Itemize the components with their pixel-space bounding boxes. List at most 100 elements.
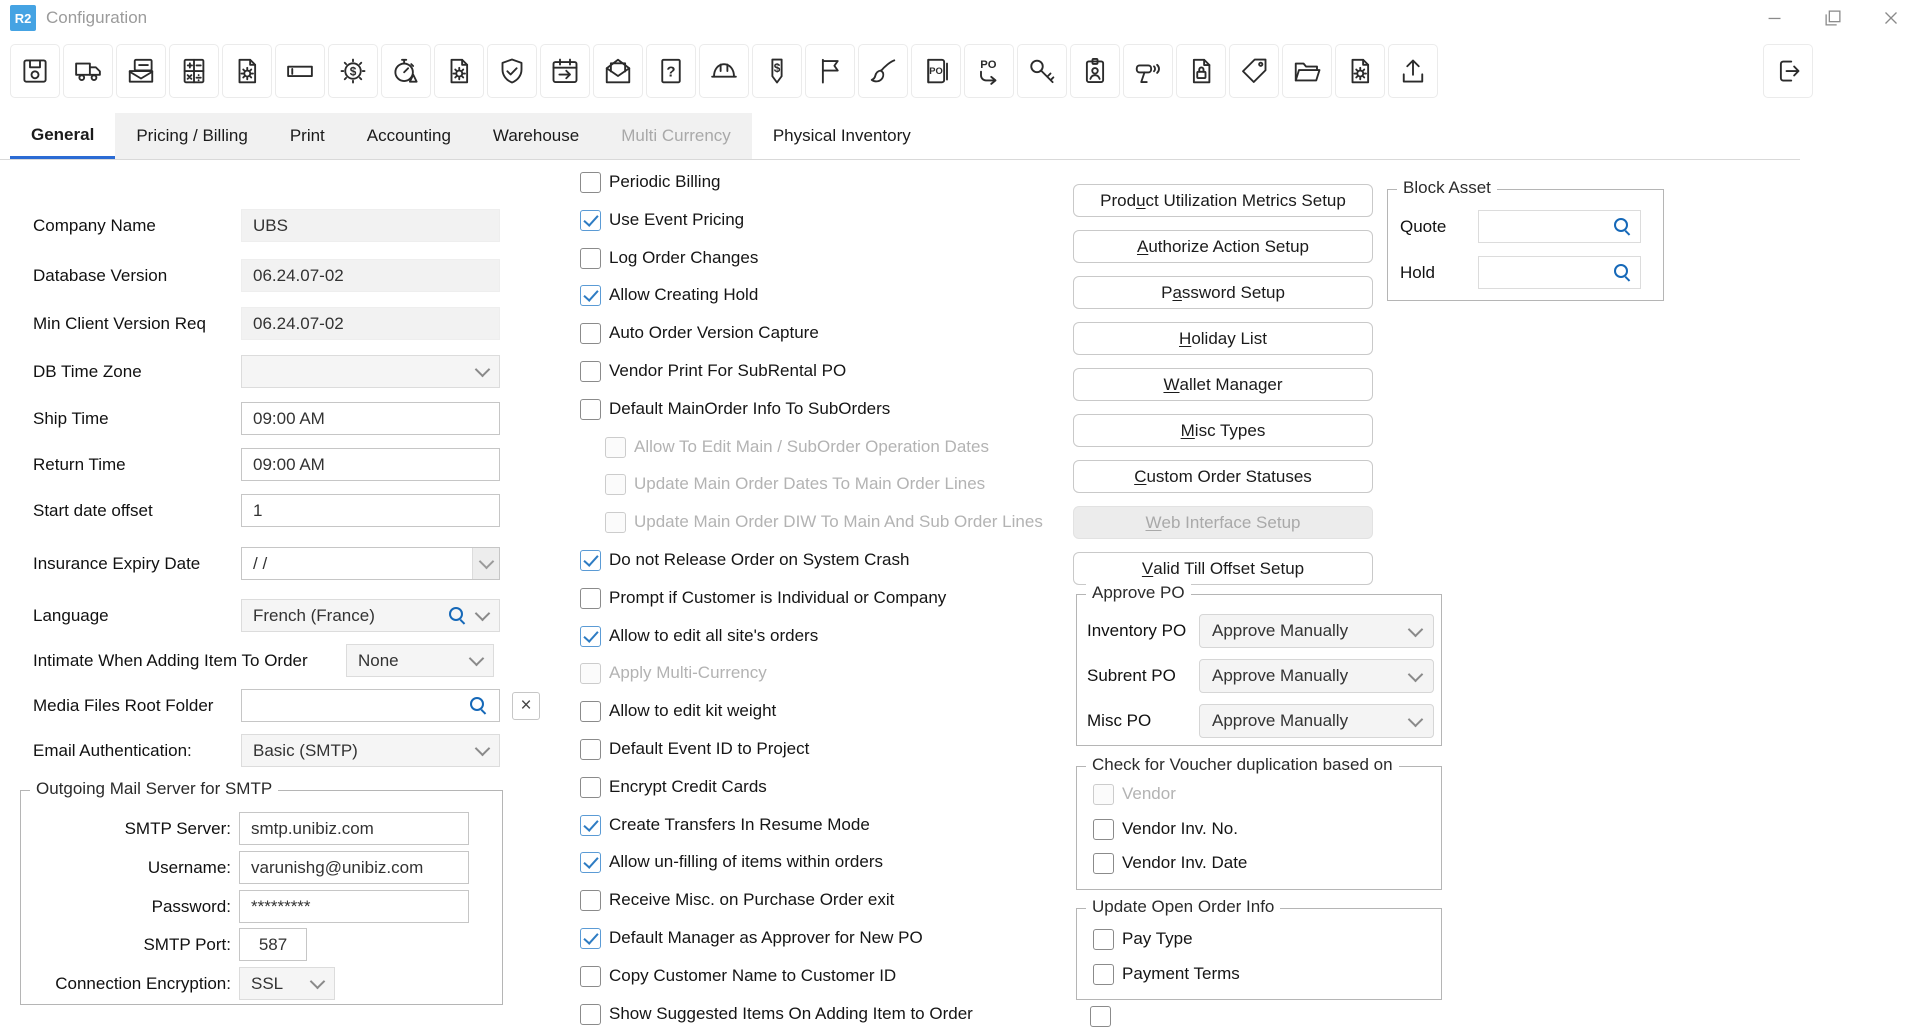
payment-terms-checkbox[interactable] <box>1093 964 1114 985</box>
inventory-po-select[interactable]: Approve Manually <box>1199 614 1434 648</box>
toolbar-button-currency-settings[interactable]: $ <box>328 44 378 98</box>
smtp-username-input[interactable]: varunishg@unibiz.com <box>239 851 469 884</box>
checkbox-payment-terms[interactable]: Payment Terms <box>1093 961 1240 987</box>
exit-button[interactable] <box>1763 44 1813 98</box>
toolbar-button-barcode-scanner[interactable] <box>1123 44 1173 98</box>
media-files-clear-button[interactable]: × <box>512 692 540 720</box>
holiday-list-button[interactable]: Holiday List <box>1073 322 1373 355</box>
toolbar-button-cash-invoice[interactable] <box>116 44 166 98</box>
toolbar-button-calendar-forward[interactable] <box>540 44 590 98</box>
checkbox-row-log-order-changes[interactable]: Log Order Changes <box>580 244 758 272</box>
toolbar-button-id-badge[interactable] <box>1070 44 1120 98</box>
return-time-input[interactable]: 09:00 AM <box>241 448 500 481</box>
checkbox-row-periodic-billing[interactable]: Periodic Billing <box>580 168 721 196</box>
checkbox-vendor-inv-no[interactable]: Vendor Inv. No. <box>1093 816 1238 842</box>
partial-checkbox[interactable] <box>1090 1006 1111 1027</box>
wallet-manager-button[interactable]: Wallet Manager <box>1073 368 1373 401</box>
allow-to-edit-kit-weight-checkbox[interactable] <box>580 701 601 722</box>
checkbox-row-use-event-pricing[interactable]: Use Event Pricing <box>580 206 744 234</box>
log-order-changes-checkbox[interactable] <box>580 248 601 269</box>
checkbox-row-allow-to-edit-main-suborder-operation-dates[interactable]: Allow To Edit Main / SubOrder Operation … <box>605 433 989 461</box>
toolbar-button-key[interactable] <box>1017 44 1067 98</box>
language-select[interactable]: French (France) <box>241 599 500 632</box>
encrypt-credit-cards-checkbox[interactable] <box>580 777 601 798</box>
toolbar-button-flag[interactable] <box>805 44 855 98</box>
toolbar-button-po-book[interactable]: PO <box>911 44 961 98</box>
toolbar-button-document-settings[interactable] <box>222 44 272 98</box>
checkbox-row-show-suggested-items-on-adding-item-to-order[interactable]: Show Suggested Items On Adding Item to O… <box>580 1000 973 1028</box>
vendor-inv-date-checkbox[interactable] <box>1093 853 1114 874</box>
minimize-button[interactable] <box>1746 0 1804 36</box>
checkbox-row-prompt-if-customer-is-individual-or-company[interactable]: Prompt if Customer is Individual or Comp… <box>580 584 946 612</box>
search-icon[interactable] <box>1613 217 1632 236</box>
custom-order-statuses-button[interactable]: Custom Order Statuses <box>1073 460 1373 493</box>
start-date-offset-input[interactable]: 1 <box>241 494 500 527</box>
product-utilization-metrics-setup-button[interactable]: Product Utilization Metrics Setup <box>1073 184 1373 217</box>
checkbox-row-allow-to-edit-all-site-s-orders[interactable]: Allow to edit all site's orders <box>580 622 818 650</box>
misc-types-button[interactable]: Misc Types <box>1073 414 1373 447</box>
checkbox-row-allow-creating-hold[interactable]: Allow Creating Hold <box>580 281 758 309</box>
toolbar-button-secure-document[interactable] <box>1176 44 1226 98</box>
toolbar-button-timer-alert[interactable] <box>381 44 431 98</box>
toolbar-button-price-tag-dollar[interactable]: $ <box>752 44 802 98</box>
valid-till-offset-setup-button[interactable]: Valid Till Offset Setup <box>1073 552 1373 585</box>
checkbox-row-receive-misc-on-purchase-order-exit[interactable]: Receive Misc. on Purchase Order exit <box>580 886 894 914</box>
checkbox-row-allow-to-edit-kit-weight[interactable]: Allow to edit kit weight <box>580 697 776 725</box>
quote-input[interactable] <box>1478 210 1641 243</box>
tab-physical-inventory[interactable]: Physical Inventory <box>752 113 932 159</box>
allow-to-edit-all-site-s-orders-checkbox[interactable] <box>580 626 601 647</box>
insurance-expiry-dropdown-button[interactable] <box>472 548 499 579</box>
create-transfers-in-resume-mode-checkbox[interactable] <box>580 815 601 836</box>
pay-type-checkbox[interactable] <box>1093 929 1114 950</box>
tab-pricing-billing[interactable]: Pricing / Billing <box>115 113 269 159</box>
default-event-id-to-project-checkbox[interactable] <box>580 739 601 760</box>
checkbox-row-create-transfers-in-resume-mode[interactable]: Create Transfers In Resume Mode <box>580 811 870 839</box>
hold-input[interactable] <box>1478 256 1641 289</box>
checkbox-row-default-mainorder-info-to-suborders[interactable]: Default MainOrder Info To SubOrders <box>580 395 890 423</box>
email-authentication-select[interactable]: Basic (SMTP) <box>241 734 500 767</box>
receive-misc-on-purchase-order-exit-checkbox[interactable] <box>580 890 601 911</box>
tab-warehouse[interactable]: Warehouse <box>472 113 600 159</box>
media-files-root-input[interactable] <box>241 689 500 722</box>
checkbox-row-apply-multi-currency[interactable]: Apply Multi-Currency <box>580 659 767 687</box>
ship-time-input[interactable]: 09:00 AM <box>241 402 500 435</box>
checkbox-vendor[interactable]: Vendor <box>1093 781 1176 807</box>
checkbox-row-do-not-release-order-on-system-crash[interactable]: Do not Release Order on System Crash <box>580 546 909 574</box>
checkbox-row-update-main-order-diw-to-main-and-sub-order-lines[interactable]: Update Main Order DIW To Main And Sub Or… <box>605 508 1043 536</box>
use-event-pricing-checkbox[interactable] <box>580 210 601 231</box>
tab-accounting[interactable]: Accounting <box>346 113 472 159</box>
default-mainorder-info-to-suborders-checkbox[interactable] <box>580 399 601 420</box>
connection-encryption-select[interactable]: SSL <box>239 967 335 1000</box>
copy-customer-name-to-customer-id-checkbox[interactable] <box>580 966 601 987</box>
authorize-action-setup-button[interactable]: Authorize Action Setup <box>1073 230 1373 263</box>
toolbar-button-document-config[interactable] <box>1335 44 1385 98</box>
insurance-expiry-input[interactable]: / / <box>241 547 500 580</box>
toolbar-button-po-transfer[interactable]: PO <box>964 44 1014 98</box>
maximize-button[interactable] <box>1804 0 1862 36</box>
close-button[interactable] <box>1862 0 1920 36</box>
toolbar-button-save[interactable] <box>10 44 60 98</box>
toolbar-button-paintbrush[interactable] <box>858 44 908 98</box>
search-icon[interactable] <box>448 606 467 625</box>
intimate-when-adding-select[interactable]: None <box>346 644 494 677</box>
toolbar-button-open-mail[interactable] <box>593 44 643 98</box>
toolbar-button-shield-check[interactable] <box>487 44 537 98</box>
smtp-port-input[interactable]: 587 <box>239 928 307 961</box>
default-manager-as-approver-for-new-po-checkbox[interactable] <box>580 928 601 949</box>
toolbar-button-open-folder[interactable] <box>1282 44 1332 98</box>
db-time-zone-select[interactable] <box>241 355 500 388</box>
update-main-order-dates-to-main-order-lines-checkbox[interactable] <box>605 474 626 495</box>
checkbox-row-vendor-print-for-subrental-po[interactable]: Vendor Print For SubRental PO <box>580 357 846 385</box>
checkbox-vendor-inv-date[interactable]: Vendor Inv. Date <box>1093 850 1247 876</box>
checkbox-row-encrypt-credit-cards[interactable]: Encrypt Credit Cards <box>580 773 767 801</box>
allow-to-edit-main-suborder-operation-dates-checkbox[interactable] <box>605 437 626 458</box>
misc-po-select[interactable]: Approve Manually <box>1199 704 1434 738</box>
apply-multi-currency-checkbox[interactable] <box>580 663 601 684</box>
web-interface-setup-button[interactable]: Web Interface Setup <box>1073 506 1373 539</box>
subrent-po-select[interactable]: Approve Manually <box>1199 659 1434 693</box>
checkbox-row-default-event-id-to-project[interactable]: Default Event ID to Project <box>580 735 809 763</box>
vendor-inv-no-checkbox[interactable] <box>1093 819 1114 840</box>
tab-general[interactable]: General <box>10 113 115 159</box>
toolbar-button-text-field[interactable] <box>275 44 325 98</box>
search-icon[interactable] <box>1613 263 1632 282</box>
